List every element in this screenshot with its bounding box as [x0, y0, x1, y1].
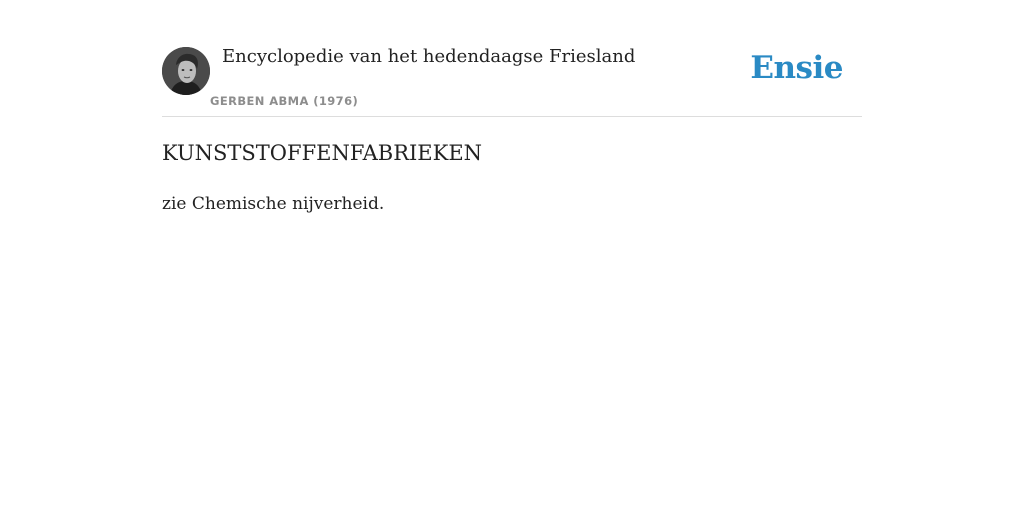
author-portrait-icon — [162, 47, 210, 95]
book-header: Encyclopedie van het hedendaagse Friesla… — [162, 40, 862, 117]
ensie-logo-link[interactable]: Ensie — [750, 50, 843, 86]
page: Encyclopedie van het hedendaagse Friesla… — [0, 0, 1024, 512]
author-label: GERBEN ABMA (1976) — [210, 94, 359, 108]
author-avatar[interactable] — [162, 47, 210, 95]
book-title-link[interactable]: Encyclopedie van het hedendaagse Friesla… — [222, 46, 635, 67]
entry-body: zie Chemische nijverheid. — [162, 194, 385, 214]
entry-title: KUNSTSTOFFENFABRIEKEN — [162, 141, 483, 165]
